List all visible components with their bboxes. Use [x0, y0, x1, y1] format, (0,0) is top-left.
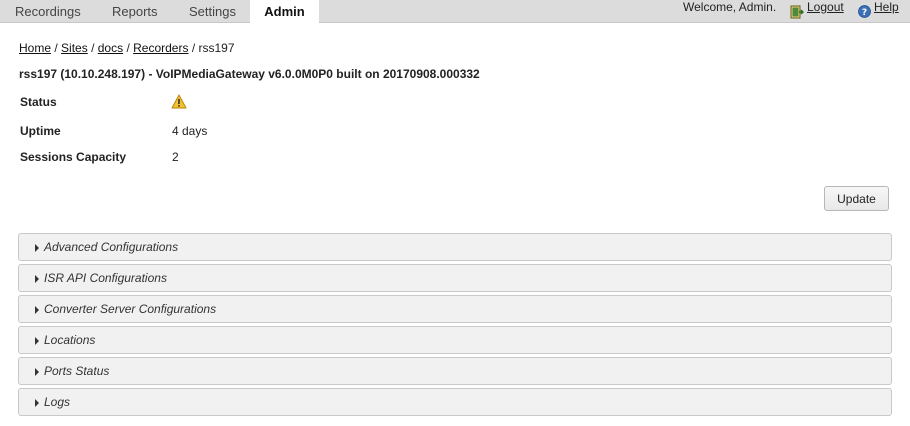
section-label: Converter Server Configurations — [44, 302, 217, 316]
sessions-capacity-label: Sessions Capacity — [20, 150, 127, 164]
expand-arrow-icon — [35, 244, 39, 252]
welcome-text: Welcome, Admin. — [683, 0, 777, 14]
tab-recordings[interactable]: Recordings — [15, 0, 81, 23]
section-label: Logs — [44, 395, 71, 409]
help-icon[interactable]: ? — [858, 5, 871, 18]
expand-arrow-icon — [35, 337, 39, 345]
expand-arrow-icon — [35, 368, 39, 376]
sessions-capacity-value: 2 — [172, 150, 179, 164]
uptime-value: 4 days — [172, 124, 208, 138]
expand-arrow-icon — [35, 275, 39, 283]
expand-arrow-icon — [35, 399, 39, 407]
tab-settings[interactable]: Settings — [189, 0, 236, 23]
svg-text:?: ? — [862, 8, 867, 18]
section-ports-status[interactable]: Ports Status — [18, 357, 892, 385]
tab-reports[interactable]: Reports — [112, 0, 158, 23]
warning-icon — [171, 94, 187, 109]
section-label: Locations — [44, 333, 96, 347]
logout-icon[interactable] — [790, 5, 804, 19]
logout-link[interactable]: Logout — [807, 0, 844, 14]
breadcrumb-sites[interactable]: Sites — [61, 41, 88, 55]
tab-admin[interactable]: Admin — [250, 0, 319, 24]
breadcrumb-recorders[interactable]: Recorders — [133, 41, 188, 55]
top-nav-bar: Recordings Reports Settings Admin Welcom… — [0, 0, 910, 24]
section-locations[interactable]: Locations — [18, 326, 892, 354]
breadcrumb-separator: / — [91, 41, 98, 55]
page-title: rss197 (10.10.248.197) - VoIPMediaGatewa… — [19, 67, 480, 81]
uptime-label: Uptime — [20, 124, 61, 138]
section-logs[interactable]: Logs — [18, 388, 892, 416]
section-advanced-configurations[interactable]: Advanced Configurations — [18, 233, 892, 261]
section-converter-server-configurations[interactable]: Converter Server Configurations — [18, 295, 892, 323]
breadcrumb-home[interactable]: Home — [19, 41, 51, 55]
update-button[interactable]: Update — [824, 186, 889, 211]
section-isr-api-configurations[interactable]: ISR API Configurations — [18, 264, 892, 292]
section-label: Advanced Configurations — [44, 240, 179, 254]
breadcrumb-docs[interactable]: docs — [98, 41, 123, 55]
breadcrumb: Home / Sites / docs / Recorders / rss197 — [19, 41, 235, 55]
help-link[interactable]: Help — [874, 0, 899, 14]
section-label: ISR API Configurations — [44, 271, 167, 285]
status-label: Status — [20, 95, 57, 109]
expand-arrow-icon — [35, 306, 39, 314]
breadcrumb-current: rss197 — [198, 41, 235, 55]
section-label: Ports Status — [44, 364, 110, 378]
